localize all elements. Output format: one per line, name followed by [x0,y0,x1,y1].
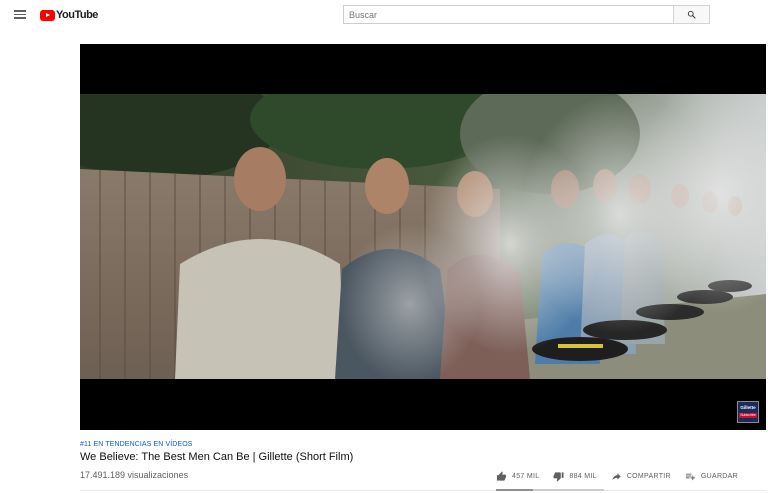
hamburger-menu-icon[interactable] [12,8,28,22]
video-player[interactable]: Gillette Subscribe [80,44,766,430]
view-count: 17.491.189 visualizaciones [80,470,189,480]
channel-watermark-badge[interactable]: Gillette Subscribe [737,401,759,423]
youtube-watch-page: YouTube Buscar Gillette Subscribe #11 EN… [0,0,768,493]
masthead: YouTube [0,0,768,30]
search-input[interactable] [343,5,673,24]
logo-text: YouTube [56,9,98,21]
watermark-subscribe-text: Subscribe [739,412,757,418]
save-button[interactable]: GUARDAR [685,471,738,482]
share-label: COMPARTIR [626,472,671,480]
playlist-add-icon [685,473,695,480]
save-label: GUARDAR [700,472,738,480]
thumbs-down-icon [553,471,564,482]
like-button[interactable]: 457 MIL [496,470,540,482]
search-icon [687,10,696,19]
youtube-logo[interactable]: YouTube [40,8,98,22]
search-box [343,5,710,24]
dislike-button[interactable]: 884 MIL [553,471,597,482]
dislike-count: 884 MIL [569,472,597,480]
divider [80,490,766,491]
like-count: 457 MIL [512,472,540,480]
trending-hashtag-link[interactable]: #11 EN TENDENCIAS EN VÍDEOS [80,441,193,448]
search-button[interactable] [673,5,710,24]
video-still-image [80,94,766,379]
youtube-play-icon [40,9,55,21]
thumbs-up-icon [496,470,507,481]
share-arrow-icon [612,472,621,480]
sentiment-bar-fill [496,489,533,491]
sentiment-bar [496,489,604,491]
video-frame [80,94,766,379]
video-title: We Believe: The Best Men Can Be | Gillet… [80,451,354,463]
share-button[interactable]: COMPARTIR [611,471,671,482]
watermark-brand-text: Gillette [740,405,756,411]
video-actions: 457 MIL 884 MIL COMPARTIR GUARDAR [496,469,752,483]
